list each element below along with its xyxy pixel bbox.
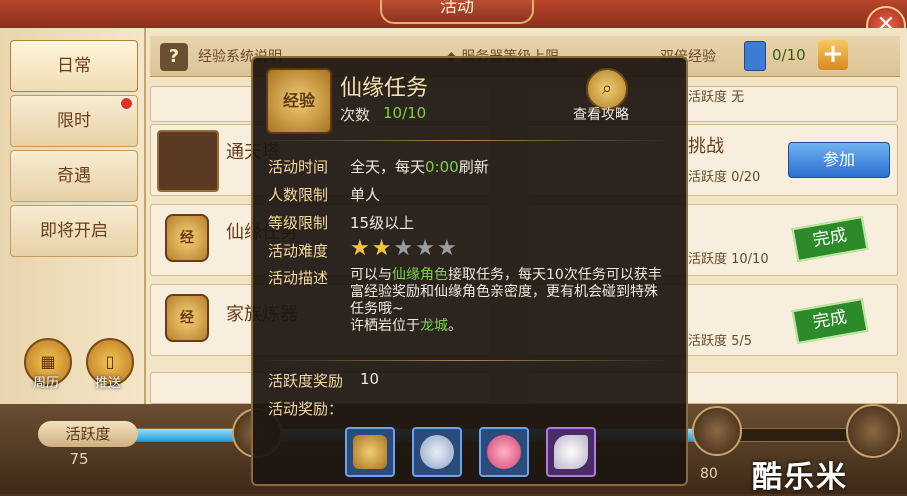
silver-coin-icon[interactable] <box>412 427 462 477</box>
double-exp-count: 0/10 <box>772 46 806 64</box>
difficulty-stars: ★★★★★ <box>350 238 459 260</box>
exp-token-icon: 经 <box>165 214 209 262</box>
weekly-calendar-label: 周历 <box>32 376 59 391</box>
push-label: 推送 <box>94 376 121 391</box>
vitality-reward-label: 活跃度奖励 <box>268 372 344 390</box>
potion-reward-icon[interactable] <box>692 406 742 456</box>
difficulty-label: 活动难度 <box>268 242 329 260</box>
star-filled-icon: ★ <box>371 236 392 261</box>
window-title: 活动 <box>380 0 534 24</box>
card-title-suffix: 挑战 <box>688 136 724 157</box>
star-empty-icon: ★ <box>436 236 457 261</box>
tab-upcoming[interactable]: 即将开启 <box>10 205 138 257</box>
description-text: 可以与仙缘角色接取任务，每天10次任务可以获丰富经验奖励和仙缘角色亲密度，更有机… <box>350 267 662 334</box>
count-label: 次数 <box>340 106 371 124</box>
rewards-label: 活动奖励： <box>268 400 344 418</box>
exp-card-icon <box>744 41 766 71</box>
tab-limited[interactable]: 限时 <box>10 95 138 147</box>
divider <box>262 140 670 141</box>
star-empty-icon: ★ <box>415 236 435 261</box>
vitality-label: 活跃度 <box>38 421 138 447</box>
milestone-80-label: 80 <box>700 466 718 482</box>
vitality-value: 75 <box>69 450 89 468</box>
add-double-exp-button[interactable]: + <box>818 40 848 70</box>
people-label: 人数限制 <box>268 186 329 204</box>
vitality-text: 活跃度 5/5 <box>688 334 753 349</box>
view-guide-button[interactable]: 查看攻略 <box>573 104 629 124</box>
notification-dot <box>120 97 133 110</box>
time-value: 全天，每天0:00刷新 <box>350 158 489 176</box>
watermark: 酷乐米 <box>752 460 848 495</box>
time-label: 活动时间 <box>268 158 329 176</box>
vitality-text: 活跃度 无 <box>688 90 745 105</box>
level-value: 15级以上 <box>350 214 415 232</box>
vitality-text: 活跃度 10/10 <box>688 252 769 267</box>
tab-daily[interactable]: 日常 <box>10 40 138 92</box>
feather-icon[interactable] <box>546 427 596 477</box>
star-filled-icon: ★ <box>350 236 370 261</box>
divider <box>262 360 670 361</box>
vitality-text: 活跃度 0/20 <box>688 170 761 185</box>
peach-icon[interactable] <box>479 427 529 477</box>
exp-token-icon: 经 <box>165 294 209 342</box>
help-icon[interactable]: ? <box>160 43 188 71</box>
exp-token-icon: 经验 <box>266 68 332 134</box>
exp-token-icon[interactable] <box>345 427 395 477</box>
join-button[interactable]: 参加 <box>788 142 890 178</box>
level-label: 等级限制 <box>268 214 329 232</box>
people-value: 单人 <box>350 186 381 204</box>
vitality-reward-value: 10 <box>360 370 380 388</box>
count-value: 10/10 <box>383 104 427 122</box>
star-empty-icon: ★ <box>393 236 414 261</box>
description-label: 活动描述 <box>268 269 329 287</box>
tab-encounter[interactable]: 奇遇 <box>10 150 138 202</box>
character-avatar <box>157 130 219 192</box>
popup-title: 仙缘任务 <box>340 76 429 101</box>
reward-bag-icon[interactable] <box>846 404 900 458</box>
